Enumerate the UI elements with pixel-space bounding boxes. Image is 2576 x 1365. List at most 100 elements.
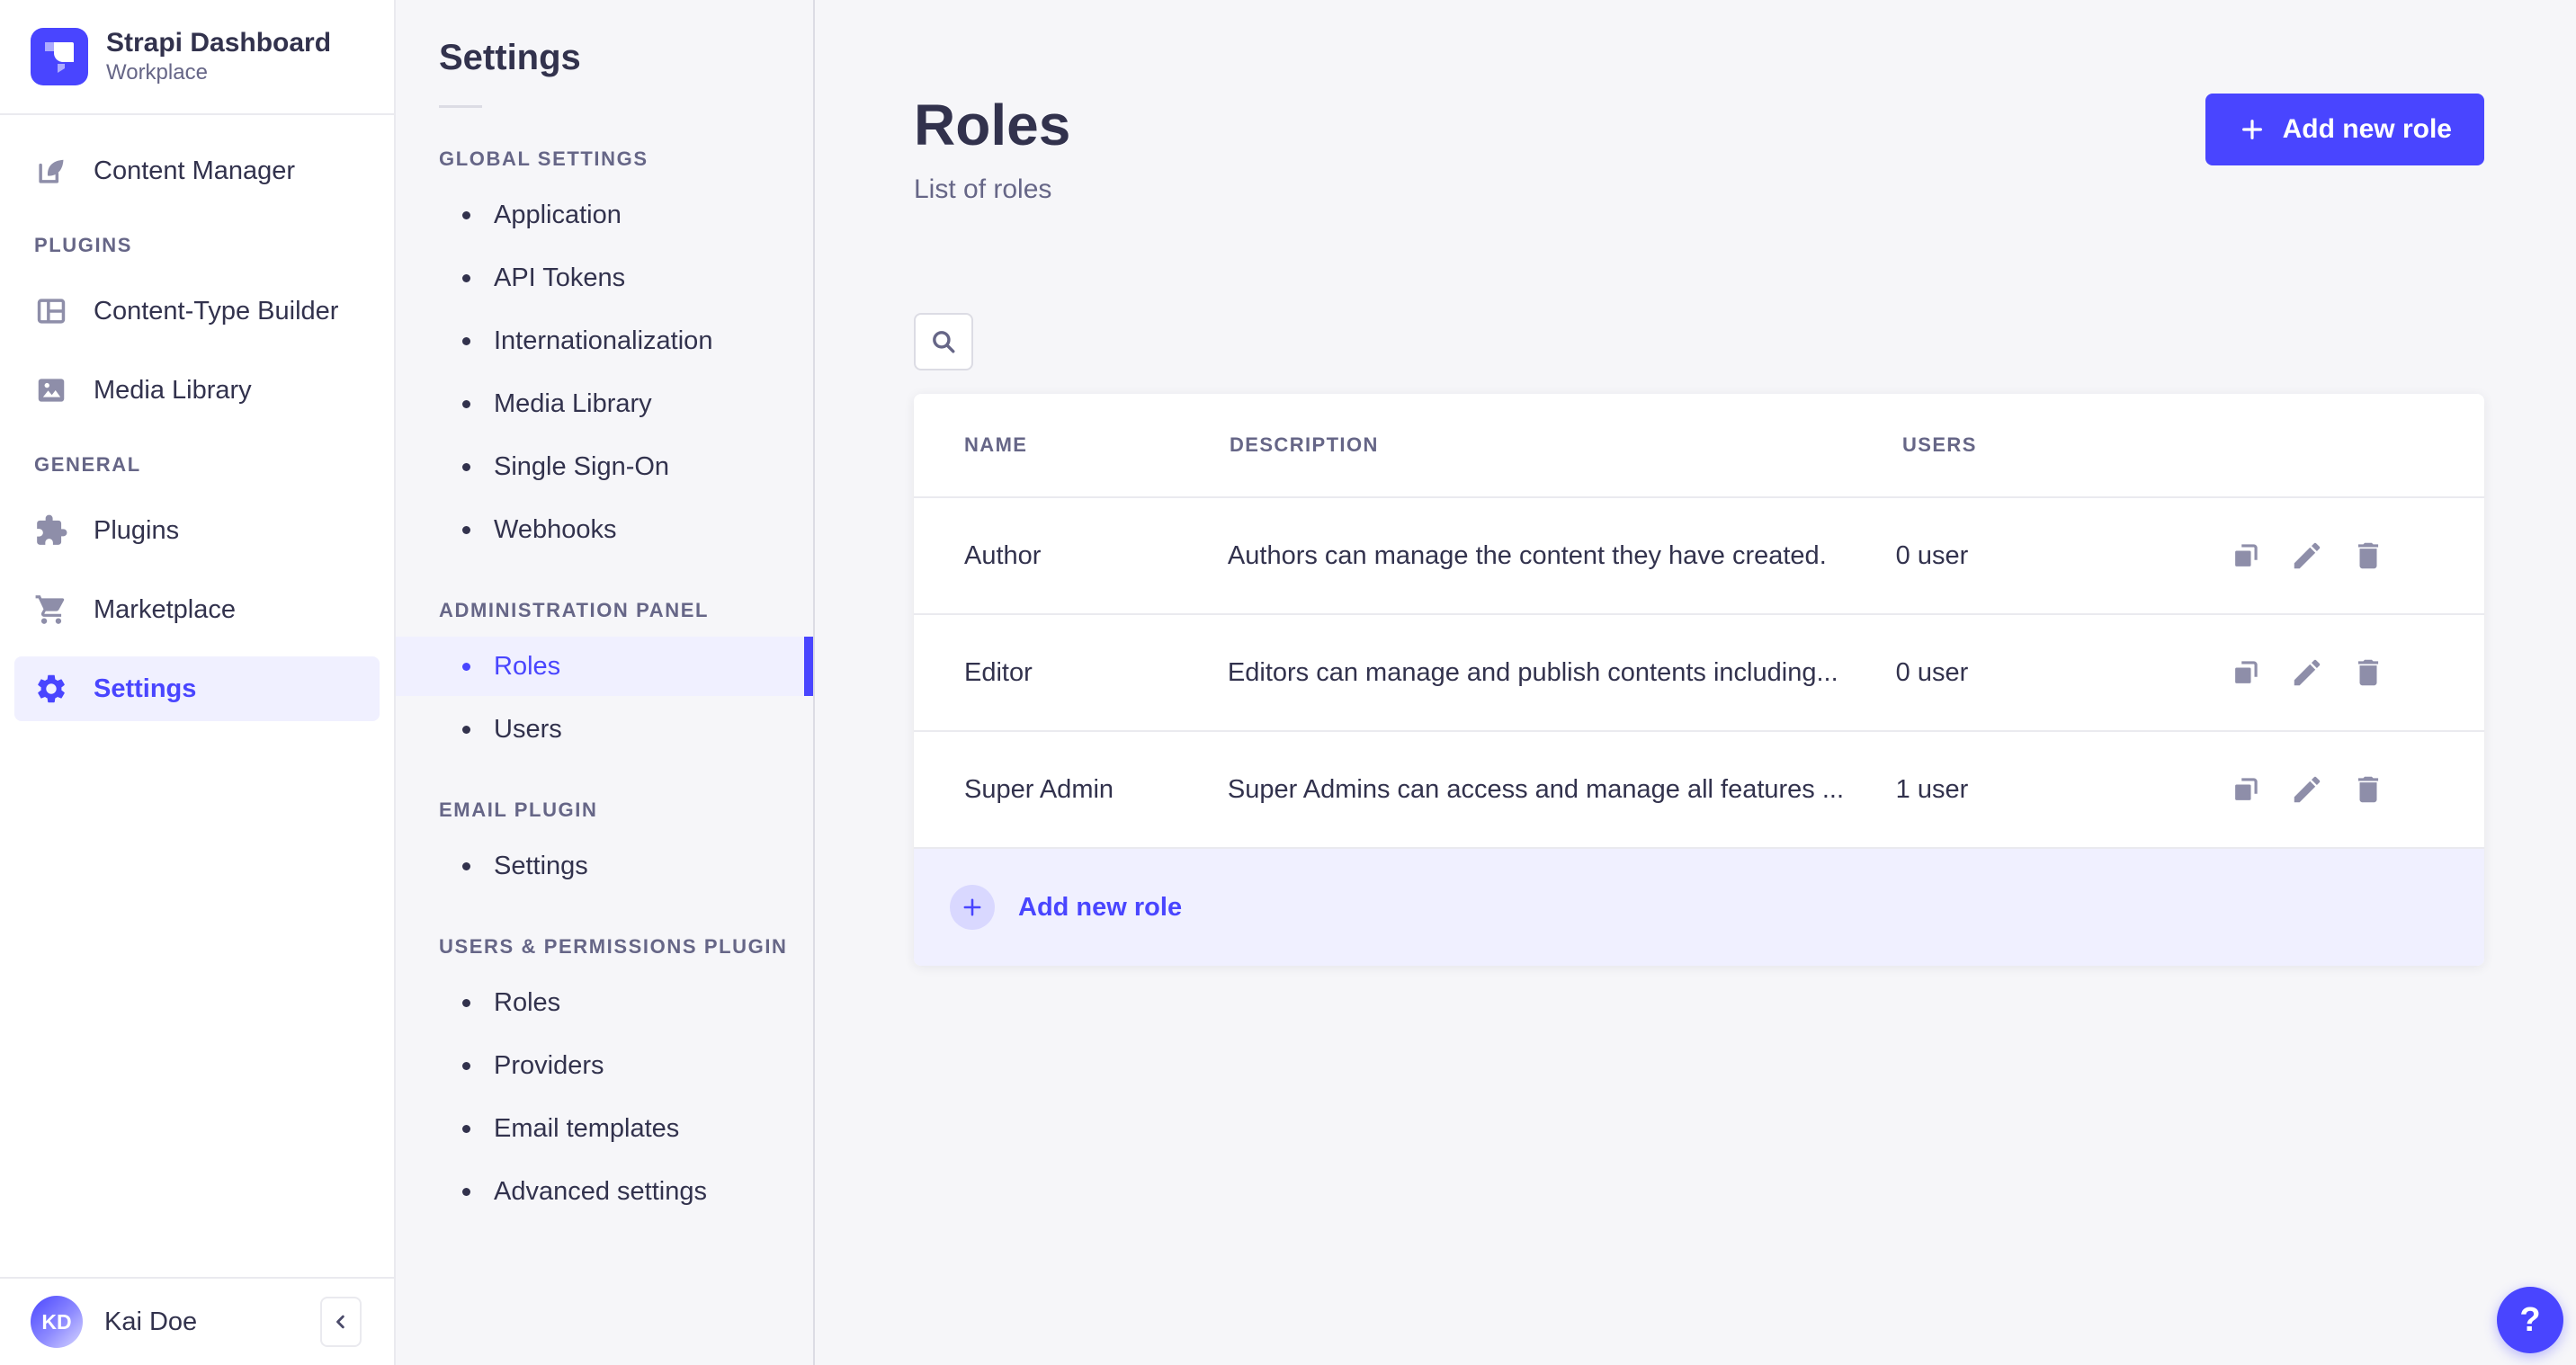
sidebar-item-media-library[interactable]: Media Library	[14, 358, 380, 423]
row-actions	[2229, 539, 2484, 573]
settings-subnav: Settings GLOBAL SETTINGS Application API…	[396, 0, 815, 1365]
feather-pen-icon	[34, 154, 68, 188]
subnav-item-media-library[interactable]: Media Library	[396, 374, 813, 433]
main-sidebar: Strapi Dashboard Workplace Content Manag…	[0, 0, 396, 1365]
sidebar-item-label: Media Library	[94, 375, 252, 405]
add-new-role-button[interactable]: Add new role	[2205, 94, 2484, 165]
sidebar-item-content-manager[interactable]: Content Manager	[14, 138, 380, 203]
roles-table: NAME DESCRIPTION USERS Author Authors ca…	[914, 394, 2484, 966]
question-mark-icon: ?	[2519, 1300, 2541, 1339]
puzzle-icon	[34, 513, 68, 548]
table-row-author[interactable]: Author Authors can manage the content th…	[914, 496, 2484, 613]
page-subtitle: List of roles	[914, 174, 1052, 204]
role-name: Super Admin	[964, 774, 1114, 804]
bullet-icon	[462, 861, 470, 870]
subnav-item-roles-up[interactable]: Roles	[396, 973, 813, 1032]
subnav-item-webhooks[interactable]: Webhooks	[396, 500, 813, 559]
table-row-editor[interactable]: Editor Editors can manage and publish co…	[914, 613, 2484, 730]
sidebar-nav: Content Manager PLUGINS Content-Type Bui…	[0, 115, 394, 736]
subnav-item-single-sign-on[interactable]: Single Sign-On	[396, 437, 813, 496]
sidebar-item-settings[interactable]: Settings	[14, 656, 380, 721]
subnav-section-label: EMAIL PLUGIN	[439, 798, 598, 821]
subnav-section-administration-panel: ADMINISTRATION PANEL Roles Users	[396, 599, 813, 759]
role-description: Super Admins can access and manage all f…	[1227, 774, 1845, 804]
strapi-logo-icon	[31, 28, 88, 85]
subnav-section-label: USERS & PERMISSIONS PLUGIN	[439, 935, 788, 958]
sidebar-item-plugins[interactable]: Plugins	[14, 498, 380, 563]
sidebar-footer: KD Kai Doe	[0, 1277, 394, 1365]
duplicate-icon[interactable]	[2229, 772, 2263, 807]
subnav-item-email-templates[interactable]: Email templates	[396, 1099, 813, 1158]
search-button[interactable]	[914, 313, 973, 370]
subnav-section-label: ADMINISTRATION PANEL	[439, 599, 710, 621]
plus-icon	[950, 885, 995, 930]
sidebar-item-content-type-builder[interactable]: Content-Type Builder	[14, 279, 380, 343]
subnav-section-label: GLOBAL SETTINGS	[439, 147, 648, 170]
bullet-icon	[462, 273, 470, 282]
row-actions	[2229, 656, 2484, 690]
subnav-item-api-tokens[interactable]: API Tokens	[396, 248, 813, 308]
bullet-icon	[462, 662, 470, 671]
subnav-item-users[interactable]: Users	[396, 700, 813, 759]
subnav-item-email-settings[interactable]: Settings	[396, 836, 813, 896]
gear-icon	[34, 672, 68, 706]
app-title: Strapi Dashboard	[106, 28, 332, 58]
chevron-left-icon	[328, 1309, 353, 1334]
edit-icon[interactable]	[2290, 772, 2324, 807]
duplicate-icon[interactable]	[2229, 539, 2263, 573]
role-users-count: 1 user	[1895, 774, 1969, 804]
page-header: Roles List of roles Add new role	[914, 94, 2484, 205]
subnav-item-roles-admin[interactable]: Roles	[396, 637, 813, 696]
sidebar-item-label: Settings	[94, 674, 197, 703]
sidebar-section-general: GENERAL	[34, 453, 141, 476]
sidebar-item-marketplace[interactable]: Marketplace	[14, 577, 380, 642]
layout-icon	[34, 294, 68, 328]
plus-icon	[2238, 115, 2267, 144]
subnav-item-advanced-settings[interactable]: Advanced settings	[396, 1162, 813, 1221]
main-content: Roles List of roles Add new role NAME DE…	[815, 0, 2576, 1365]
sidebar-item-label: Marketplace	[94, 594, 236, 624]
subnav-section-global-settings: GLOBAL SETTINGS Application API Tokens I…	[396, 147, 813, 559]
subnav-item-providers[interactable]: Providers	[396, 1036, 813, 1095]
bullet-icon	[462, 1124, 470, 1133]
subnav-section-users-permissions-plugin: USERS & PERMISSIONS PLUGIN Roles Provide…	[396, 935, 813, 1221]
bullet-icon	[462, 998, 470, 1007]
bullet-icon	[462, 336, 470, 345]
delete-icon[interactable]	[2351, 656, 2385, 690]
bullet-icon	[462, 725, 470, 734]
bullet-icon	[462, 1061, 470, 1070]
page-title: Roles	[914, 93, 1071, 157]
table-footer-label: Add new role	[1018, 892, 1183, 922]
picture-icon	[34, 373, 68, 407]
table-row-super-admin[interactable]: Super Admin Super Admins can access and …	[914, 730, 2484, 847]
bullet-icon	[462, 462, 470, 471]
bullet-icon	[462, 399, 470, 408]
subnav-title: Settings	[439, 38, 581, 77]
subnav-divider	[439, 105, 482, 108]
table-footer-add-new-role[interactable]: Add new role	[914, 847, 2484, 966]
subnav-section-email-plugin: EMAIL PLUGIN Settings	[396, 798, 813, 896]
sidebar-item-label: Plugins	[94, 515, 180, 545]
edit-icon[interactable]	[2290, 539, 2324, 573]
column-header-users: USERS	[1902, 433, 1977, 456]
column-header-description: DESCRIPTION	[1230, 433, 1379, 456]
bullet-icon	[462, 210, 470, 219]
cart-icon	[34, 593, 68, 627]
role-description: Authors can manage the content they have…	[1227, 540, 1827, 570]
sidebar-section-plugins: PLUGINS	[34, 234, 132, 256]
avatar[interactable]: KD	[31, 1296, 83, 1348]
help-button[interactable]: ?	[2497, 1287, 2563, 1353]
page-header-titles: Roles List of roles	[914, 94, 1070, 205]
delete-icon[interactable]	[2351, 772, 2385, 807]
collapse-sidebar-button[interactable]	[320, 1297, 362, 1347]
subnav-item-application[interactable]: Application	[396, 185, 813, 245]
role-name: Editor	[964, 657, 1033, 687]
duplicate-icon[interactable]	[2229, 656, 2263, 690]
add-new-role-button-label: Add new role	[2282, 114, 2452, 144]
edit-icon[interactable]	[2290, 656, 2324, 690]
subnav-item-internationalization[interactable]: Internationalization	[396, 311, 813, 370]
table-header-row: NAME DESCRIPTION USERS	[914, 394, 2484, 496]
sidebar-item-label: Content-Type Builder	[94, 296, 339, 326]
delete-icon[interactable]	[2351, 539, 2385, 573]
workspace-header[interactable]: Strapi Dashboard Workplace	[0, 0, 394, 115]
